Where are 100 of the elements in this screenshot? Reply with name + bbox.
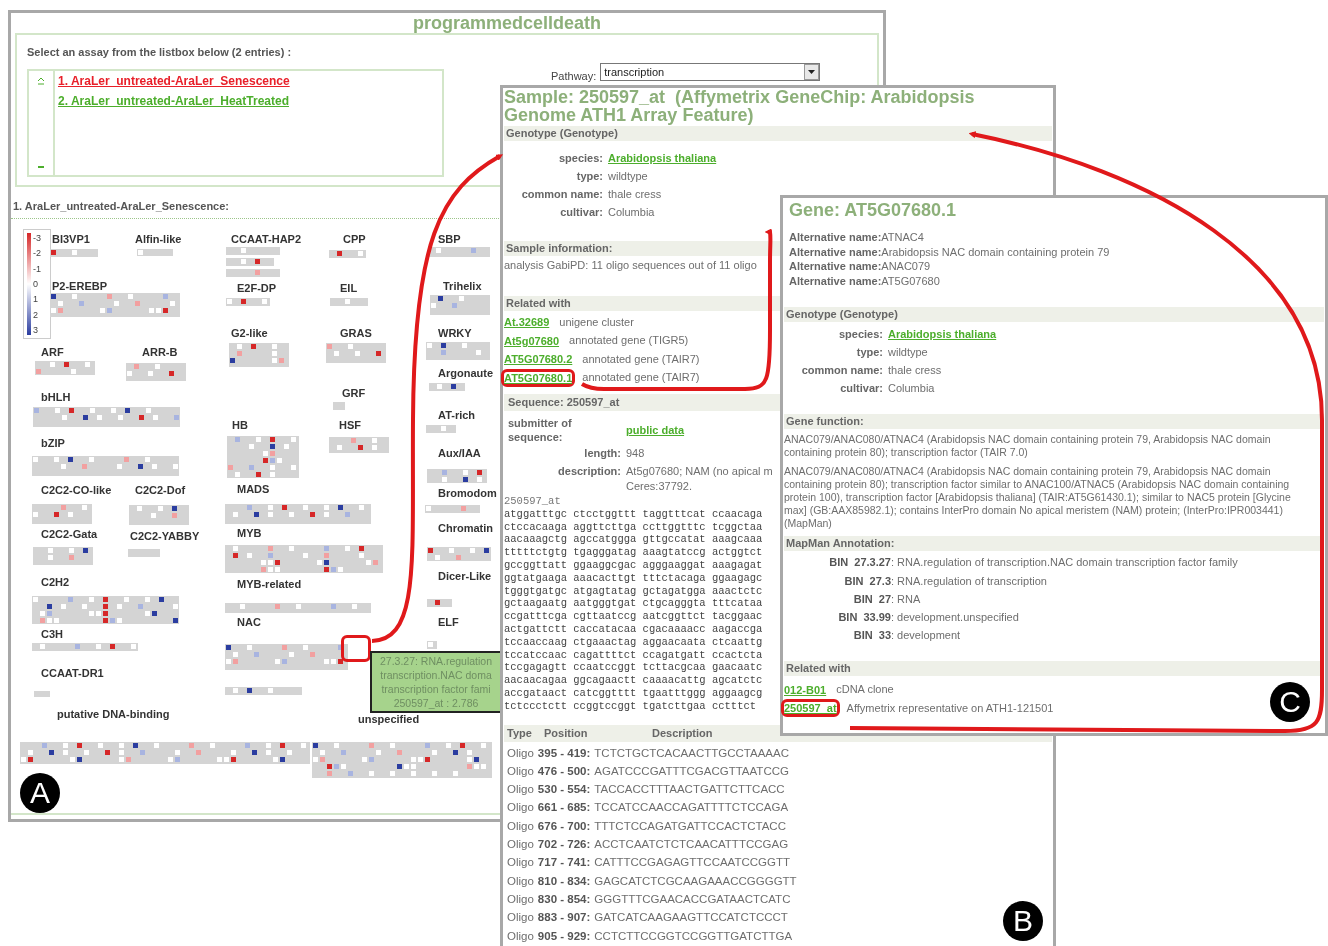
gene-family-label: Dicer-Like — [438, 570, 492, 583]
column-header: Description — [652, 725, 713, 741]
table-cell-text: 830 - 854: — [537, 891, 591, 907]
table-cell-text: 530 - 554: — [537, 782, 591, 798]
sequence-line: tctccctctt ccggtccggt tgatcttgaa cctttct — [504, 699, 757, 713]
bin-description: : RNA — [891, 591, 921, 607]
field-label: type: — [856, 345, 883, 361]
gene-family-label: C2C2-Dof — [135, 484, 186, 497]
pathway-label: Pathway: — [551, 68, 597, 84]
gene-function-text: ANAC079/ANAC080/ATNAC4 (Arabidopsis NAC domain containing protein 79, Arabidopsis NAC domain containing protein 80); transcription factor similar to ANAC100/ATNAC5 (Arabidopsis NAC domain containing protein 100), transcription factor [Arabidopsis thaliana] (TAIR:AT5G61430.1); similar to NAC5 protein [Glycine max] (GB:AAX85982.1); contains InterPro domain No apical meristem (NAM) protein; (InterPro:IPR003441) (MapMan) — [784, 465, 1292, 531]
gene-family-label: ARR-B — [142, 346, 178, 359]
gene-family-label: C2C2-Gata — [41, 528, 98, 541]
assay-link[interactable]: 1. AraLer_untreated-AraLer_Senescence — [58, 73, 290, 89]
table-cell-text: 905 - 929: — [537, 928, 591, 944]
scroll-up-icon[interactable] — [37, 76, 45, 85]
field-value: Columbia — [888, 381, 935, 397]
heatmap-drawing — [427, 599, 452, 607]
field-value: Ceres:37792. — [626, 479, 693, 494]
heatmap-drawing — [326, 343, 386, 363]
scroll-down-icon[interactable] — [37, 164, 45, 169]
species-link[interactable]: Arabidopsis thaliana — [888, 328, 997, 341]
gene-family-label: E2F-DP — [237, 282, 277, 295]
table-cell-text: Oligo — [507, 818, 534, 834]
heatmap-drawing — [427, 641, 437, 649]
gene-function-text: ANAC079/ANAC080/ATNAC4 (Arabidopsis NAC domain containing protein 79, Arabidopsis NAC domain containing protein 80); transcription factor (TAIR 7.0) — [784, 433, 1272, 460]
heatmap-drawing — [226, 247, 280, 255]
bin-label: BIN 27 — [853, 591, 891, 607]
bin-label: BIN 33.99 — [838, 610, 891, 625]
heatmap-drawing — [425, 505, 480, 513]
field-label: submitter of sequence: — [507, 416, 573, 444]
legend-tick-label: 2 — [33, 309, 39, 320]
field-label: species: — [558, 151, 603, 166]
heatmap-drawing — [426, 425, 456, 433]
bin-description: : RNA.regulation of transcription.NAC domain transcription factor family — [891, 555, 1238, 571]
related-link[interactable]: At5g07680 — [504, 334, 560, 347]
gene-family-label: MADS — [237, 483, 270, 496]
bin-description: : development.unspecified — [891, 610, 1019, 625]
sample-title: Sample: 250597_at (Affymetrix GeneChip: Arabidopsis Genome ATH1 Array Feature) — [504, 88, 976, 124]
gene-family-label: G2-like — [231, 327, 268, 340]
gene-family-label: unspecified — [358, 713, 420, 726]
gene-family-label: Bromodom — [438, 487, 497, 500]
submitter-link[interactable]: public data — [626, 424, 685, 436]
gene-family-label: ARF — [41, 346, 64, 359]
heatmap-drawing — [429, 383, 465, 391]
table-cell-text: 702 - 726: — [537, 837, 591, 853]
table-cell-text: Oligo — [507, 928, 534, 944]
gene-family-label: HB — [232, 419, 248, 432]
table-cell-text: 476 - 500: — [537, 763, 591, 779]
field-value: ANAC079 — [881, 259, 931, 274]
assay-heading: 1. AraLer_untreated-AraLer_Senescence: — [13, 198, 230, 214]
gene-family-label: MYB-related — [237, 578, 302, 591]
heatmap-drawing — [129, 505, 189, 525]
table-cell-text: TCCATCCAACCAGATTTTCTCCAGA — [594, 800, 789, 816]
related-link[interactable]: AT5G07680.2 — [504, 353, 573, 366]
heatmap-drawing — [226, 298, 270, 306]
section-header: Genotype (Genotype) — [504, 126, 1052, 141]
sequence-line: aacaacagaa ggcagaactt caaaacattg agcatctc — [504, 674, 763, 687]
table-cell-text: 883 - 907: — [537, 910, 591, 926]
gene-family-label: ELF — [438, 616, 459, 629]
field-value: thale cress — [608, 187, 662, 202]
pathway-select[interactable]: transcription — [600, 62, 821, 81]
gene-family-label: Trihelix — [443, 280, 482, 293]
legend-tick-label: 0 — [33, 279, 39, 289]
bin-label: BIN 27.3 — [844, 573, 891, 589]
gene-family-label: GRAS — [340, 327, 372, 340]
heatmap-drawing — [226, 258, 274, 266]
heatmap-drawing — [430, 295, 490, 315]
gene-family-label: C2C2-CO-like — [41, 484, 112, 497]
sequence-line: actgattctt caccatacaa cgacaaaacc aagaccga — [504, 622, 763, 636]
table-cell-text: Oligo — [507, 910, 534, 926]
related-link[interactable]: At.32689 — [504, 316, 550, 329]
related-link[interactable]: AT5G07680.1 — [504, 371, 573, 384]
field-label: Alternative name: — [789, 273, 882, 289]
gene-family-label: CCAAT-DR1 — [41, 667, 104, 680]
field-label: Alternative name: — [789, 259, 882, 274]
related-description: unigene cluster — [559, 315, 634, 329]
tooltip-line: transcription factor fami — [381, 682, 491, 696]
related-link[interactable]: 250597_at — [784, 702, 837, 715]
assay-prompt: Select an assay from the listbox below (2 entries) : — [27, 45, 292, 60]
related-description: annotated gene (TIGR5) — [569, 334, 689, 348]
field-value: AT5G07680 — [881, 273, 940, 289]
gene-family-label: AT-rich — [438, 409, 476, 422]
bin-description: : RNA.regulation of transcription — [891, 573, 1047, 589]
species-link[interactable]: Arabidopsis thaliana — [608, 152, 717, 164]
heatmap-drawing — [426, 342, 490, 360]
gene-family-label: putative DNA-binding — [57, 708, 170, 721]
assay-listbox[interactable]: 1. AraLer_untreated-AraLer_Senescence 2. AraLer_untreated-AraLer_HeatTreated — [27, 68, 444, 177]
field-label: species: — [838, 327, 883, 343]
heatmap-drawing — [427, 547, 491, 561]
page-title: programmedcelldeath — [412, 13, 602, 33]
column-header: Position — [543, 725, 589, 741]
table-cell-text: GAGCATCTCGCAAGAAACCGGGGTT — [594, 873, 797, 889]
table-cell-text: TTTCTCCAGATGATTCCACTCTACC — [594, 818, 786, 834]
field-value: At5g07680; NAM (no apical m — [626, 464, 773, 479]
gene-family-label: Alfin-like — [135, 233, 182, 246]
assay-link[interactable]: 2. AraLer_untreated-AraLer_HeatTreated — [58, 93, 289, 109]
sequence-line: ggtatgaaga aaacacttgt tttctacaga ggaagagc — [504, 571, 763, 585]
related-link[interactable]: 012-B01 — [784, 683, 827, 696]
table-cell-text: GATCATCAAGAAGTTCCATCTCCCT — [594, 910, 788, 926]
heatmap-drawing — [229, 343, 289, 367]
